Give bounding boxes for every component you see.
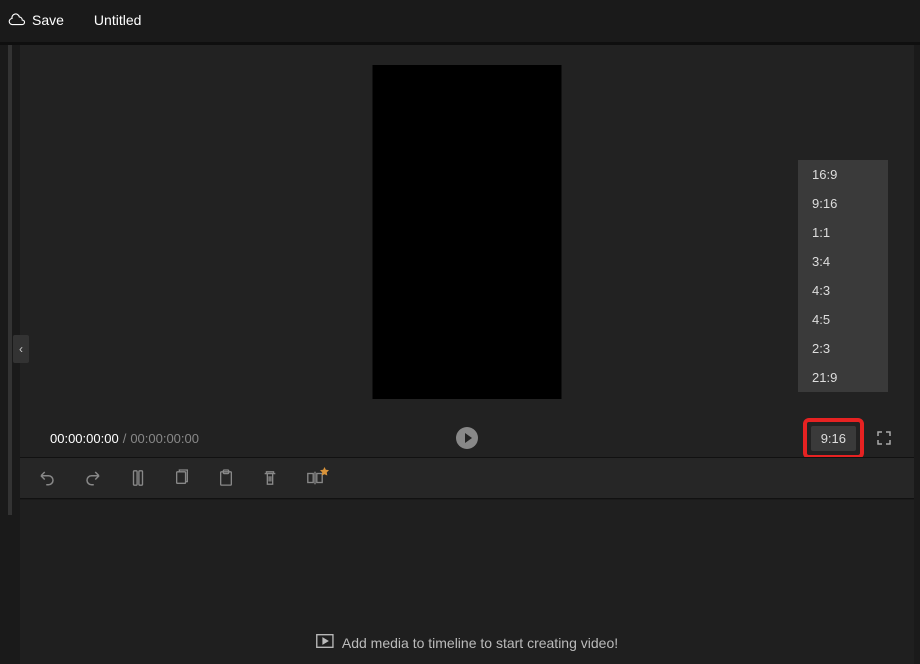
aspect-option-3-4[interactable]: 3:4: [798, 247, 888, 276]
save-label: Save: [32, 12, 64, 28]
fullscreen-icon[interactable]: [876, 430, 892, 446]
flip-icon[interactable]: [306, 470, 324, 486]
play-button[interactable]: [456, 427, 478, 449]
redo-icon[interactable]: [84, 469, 102, 487]
playbar-right-group: 9:16: [803, 418, 892, 459]
save-button[interactable]: Save: [8, 12, 64, 28]
aspect-option-4-5[interactable]: 4:5: [798, 305, 888, 334]
aspect-option-2-3[interactable]: 2:3: [798, 334, 888, 363]
undo-icon[interactable]: [38, 469, 56, 487]
preview-panel: 16:9 9:16 1:1 3:4 4:3 4:5 2:3 21:9 00:00…: [20, 45, 914, 457]
left-panel-edge: [8, 45, 12, 515]
play-icon: [465, 433, 472, 443]
aspect-ratio-button[interactable]: 9:16: [811, 426, 856, 451]
timeline-toolbar: [20, 457, 914, 499]
cloud-icon: [8, 13, 26, 27]
aspect-option-1-1[interactable]: 1:1: [798, 218, 888, 247]
add-media-icon: [316, 633, 334, 652]
aspect-option-9-16[interactable]: 9:16: [798, 189, 888, 218]
play-bar: 00:00:00:00 / 00:00:00:00 9:16: [20, 419, 914, 457]
split-icon[interactable]: [130, 469, 146, 487]
paste-icon[interactable]: [218, 469, 234, 487]
timecode-separator: /: [123, 431, 127, 446]
delete-icon[interactable]: [262, 469, 278, 487]
timeline-hint-text: Add media to timeline to start creating …: [342, 635, 618, 651]
panel-collapse-handle[interactable]: ‹: [13, 335, 29, 363]
project-title[interactable]: Untitled: [94, 12, 141, 28]
timeline-empty-hint[interactable]: Add media to timeline to start creating …: [316, 633, 618, 652]
video-preview-canvas[interactable]: [373, 65, 562, 399]
copy-icon[interactable]: [174, 469, 190, 487]
premium-badge-icon: [320, 467, 329, 476]
timeline-panel[interactable]: Add media to timeline to start creating …: [20, 500, 914, 664]
aspect-option-16-9[interactable]: 16:9: [798, 160, 888, 189]
timecode-current: 00:00:00:00: [50, 431, 119, 446]
top-bar: Save Untitled: [0, 0, 920, 40]
chevron-left-icon: ‹: [19, 342, 23, 356]
aspect-option-21-9[interactable]: 21:9: [798, 363, 888, 392]
timecode-total: 00:00:00:00: [130, 431, 199, 446]
aspect-highlight-box: 9:16: [803, 418, 864, 459]
aspect-ratio-menu: 16:9 9:16 1:1 3:4 4:3 4:5 2:3 21:9: [798, 160, 888, 392]
aspect-option-4-3[interactable]: 4:3: [798, 276, 888, 305]
